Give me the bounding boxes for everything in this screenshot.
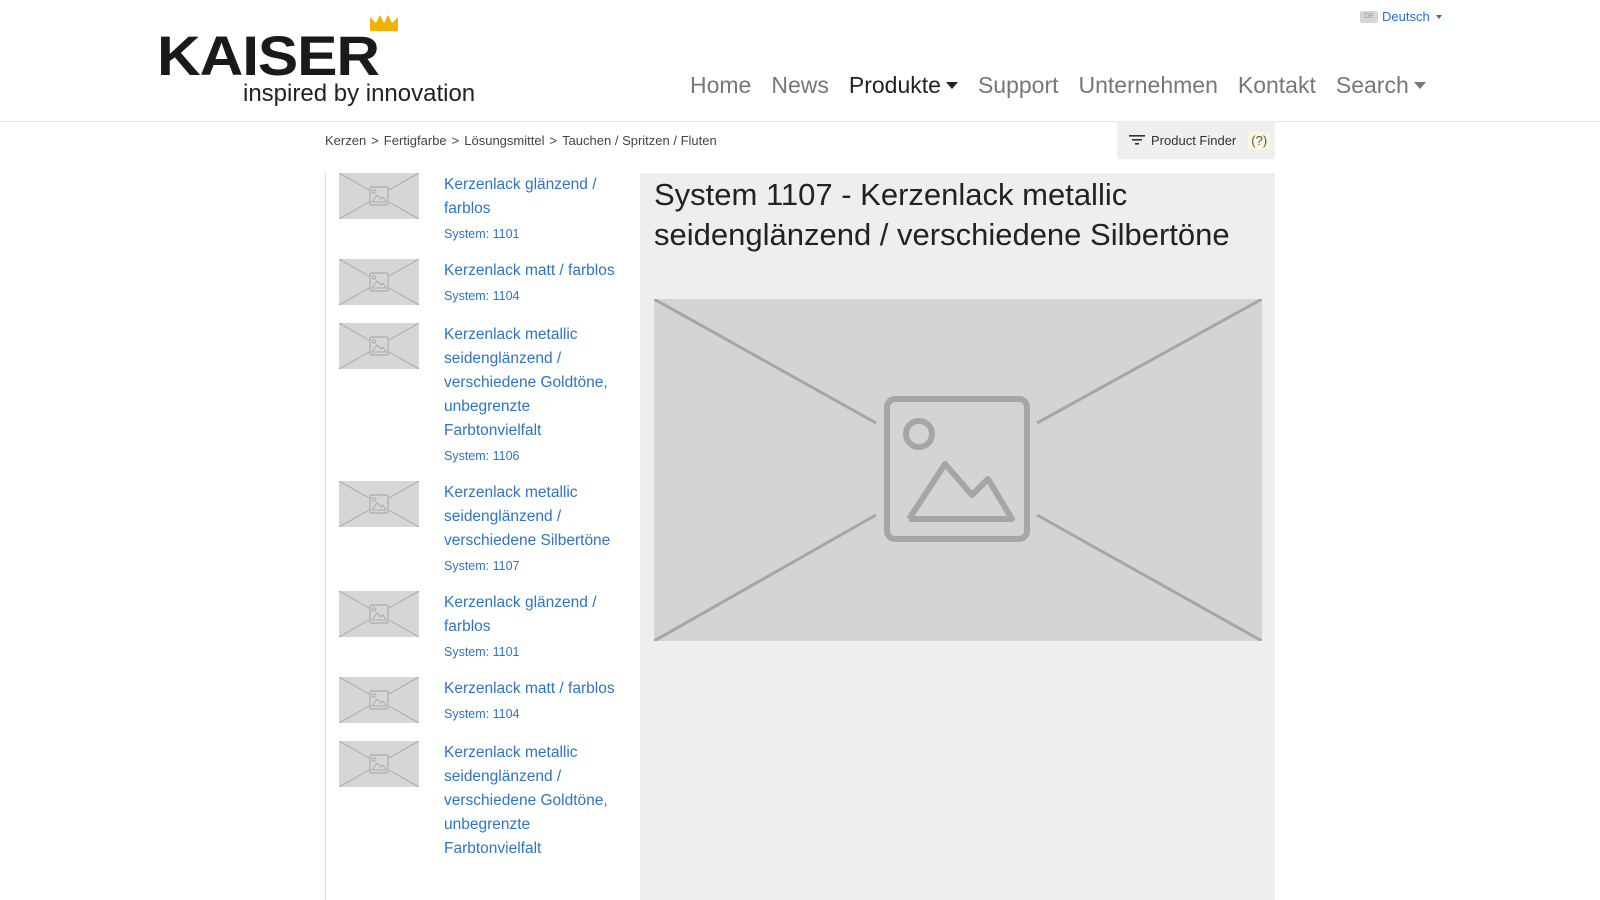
product-link[interactable]: Kerzenlack matt / farblos [444, 677, 629, 701]
nav-news[interactable]: News [771, 72, 829, 99]
breadcrumb-separator: > [549, 133, 558, 148]
product-info: Kerzenlack matt / farblos System: 1104 [444, 677, 629, 723]
chevron-down-icon [1435, 14, 1442, 19]
nav-label: Kontakt [1237, 72, 1316, 98]
product-link[interactable]: Kerzenlack glänzend / farblos [444, 173, 629, 221]
logo-wordmark: KAISER [157, 24, 380, 87]
product-link[interactable]: Kerzenlack glänzend / farblos [444, 591, 629, 639]
image-placeholder-icon[interactable] [339, 259, 419, 305]
chevron-down-icon [1413, 82, 1426, 89]
breadcrumb-item[interactable]: Lösungsmittel [464, 133, 544, 148]
crown-icon [370, 15, 398, 31]
nav-home[interactable]: Home [690, 72, 751, 99]
product-system: System: 1106 [444, 449, 520, 463]
breadcrumb-item[interactable]: Tauchen / Spritzen / Fluten [562, 133, 717, 148]
logo-tagline: inspired by innovation [243, 80, 476, 107]
product-list-item[interactable]: Kerzenlack matt / farblos System: 1104 [326, 259, 641, 305]
nav-label: Produkte [848, 72, 941, 98]
breadcrumb: Kerzen > Fertigfarbe > Lösungsmittel > Tauchen… [325, 133, 717, 148]
image-placeholder-icon[interactable] [339, 741, 419, 787]
nav-support[interactable]: Support [978, 72, 1059, 99]
breadcrumb-item[interactable]: Fertigfarbe [384, 133, 447, 148]
nav-kontakt[interactable]: Kontakt [1238, 72, 1316, 99]
nav-label: Unternehmen [1078, 72, 1218, 98]
product-finder-button[interactable]: Product Finder (?) [1117, 121, 1275, 159]
nav-label: News [771, 72, 829, 98]
flag-icon: DE [1360, 10, 1378, 23]
product-info: Kerzenlack metallic seidenglänzend / ver… [444, 323, 629, 463]
product-system: System: 1101 [444, 227, 520, 241]
nav-produkte[interactable]: Produkte [849, 72, 958, 99]
image-placeholder-icon[interactable] [339, 677, 419, 723]
chevron-down-icon [945, 82, 958, 89]
image-placeholder-icon[interactable] [339, 481, 419, 527]
image-placeholder-icon[interactable] [339, 323, 419, 369]
product-list-item[interactable]: Kerzenlack glänzend / farblos System: 11… [326, 173, 641, 241]
product-link[interactable]: Kerzenlack metallic seidenglänzend / ver… [444, 481, 629, 553]
language-label: Deutsch [1382, 9, 1430, 24]
nav-label: Home [690, 72, 752, 98]
language-selector[interactable]: DE Deutsch [1360, 9, 1442, 24]
breadcrumb-separator: > [371, 133, 379, 148]
product-link[interactable]: Kerzenlack matt / farblos [444, 259, 629, 283]
product-info: Kerzenlack glänzend / farblos System: 11… [444, 173, 629, 241]
breadcrumb-separator: > [451, 133, 460, 148]
product-finder-label: Product Finder [1151, 132, 1237, 148]
main-nav: Home News Produkte Support Unternehmen K… [690, 72, 1426, 99]
product-system: System: 1104 [444, 707, 520, 721]
image-placeholder-icon[interactable] [339, 591, 419, 637]
product-info: Kerzenlack metallic seidenglänzend / ver… [444, 481, 629, 573]
product-link[interactable]: Kerzenlack metallic seidenglänzend / ver… [444, 741, 629, 861]
product-system: System: 1107 [444, 559, 520, 573]
product-info: Kerzenlack matt / farblos System: 1104 [444, 259, 629, 305]
breadcrumb-item[interactable]: Kerzen [325, 133, 366, 148]
image-placeholder-icon[interactable] [339, 173, 419, 219]
product-list-item[interactable]: Kerzenlack metallic seidenglänzend / ver… [326, 741, 641, 867]
page-title: System 1107 - Kerzenlack metallic seiden… [654, 177, 1230, 252]
product-detail: System 1107 - Kerzenlack metallic seiden… [640, 173, 1275, 900]
product-info: Kerzenlack metallic seidenglänzend / ver… [444, 741, 629, 867]
kaiser-logo[interactable]: KAISER inspired by innovation [157, 10, 497, 110]
help-badge[interactable]: (?) [1248, 131, 1271, 149]
image-placeholder-icon [654, 299, 1262, 641]
product-list-item[interactable]: Kerzenlack matt / farblos System: 1104 [326, 677, 641, 723]
product-list-item[interactable]: Kerzenlack metallic seidenglänzend / ver… [326, 323, 641, 463]
product-link[interactable]: Kerzenlack metallic seidenglänzend / ver… [444, 323, 629, 443]
nav-label: Search [1335, 72, 1409, 98]
product-list: Kerzenlack glänzend / farblos System: 11… [325, 173, 641, 900]
product-system: System: 1104 [444, 289, 520, 303]
nav-label: Support [977, 72, 1059, 98]
site-header: KAISER inspired by innovation DE Deutsch… [0, 0, 1600, 122]
nav-search[interactable]: Search [1336, 72, 1426, 99]
nav-unternehmen[interactable]: Unternehmen [1079, 72, 1218, 99]
product-list-item[interactable]: Kerzenlack metallic seidenglänzend / ver… [326, 481, 641, 573]
product-info: Kerzenlack glänzend / farblos System: 11… [444, 591, 629, 659]
filter-icon [1129, 135, 1145, 145]
product-system: System: 1101 [444, 645, 520, 659]
product-list-item[interactable]: Kerzenlack glänzend / farblos System: 11… [326, 591, 641, 659]
